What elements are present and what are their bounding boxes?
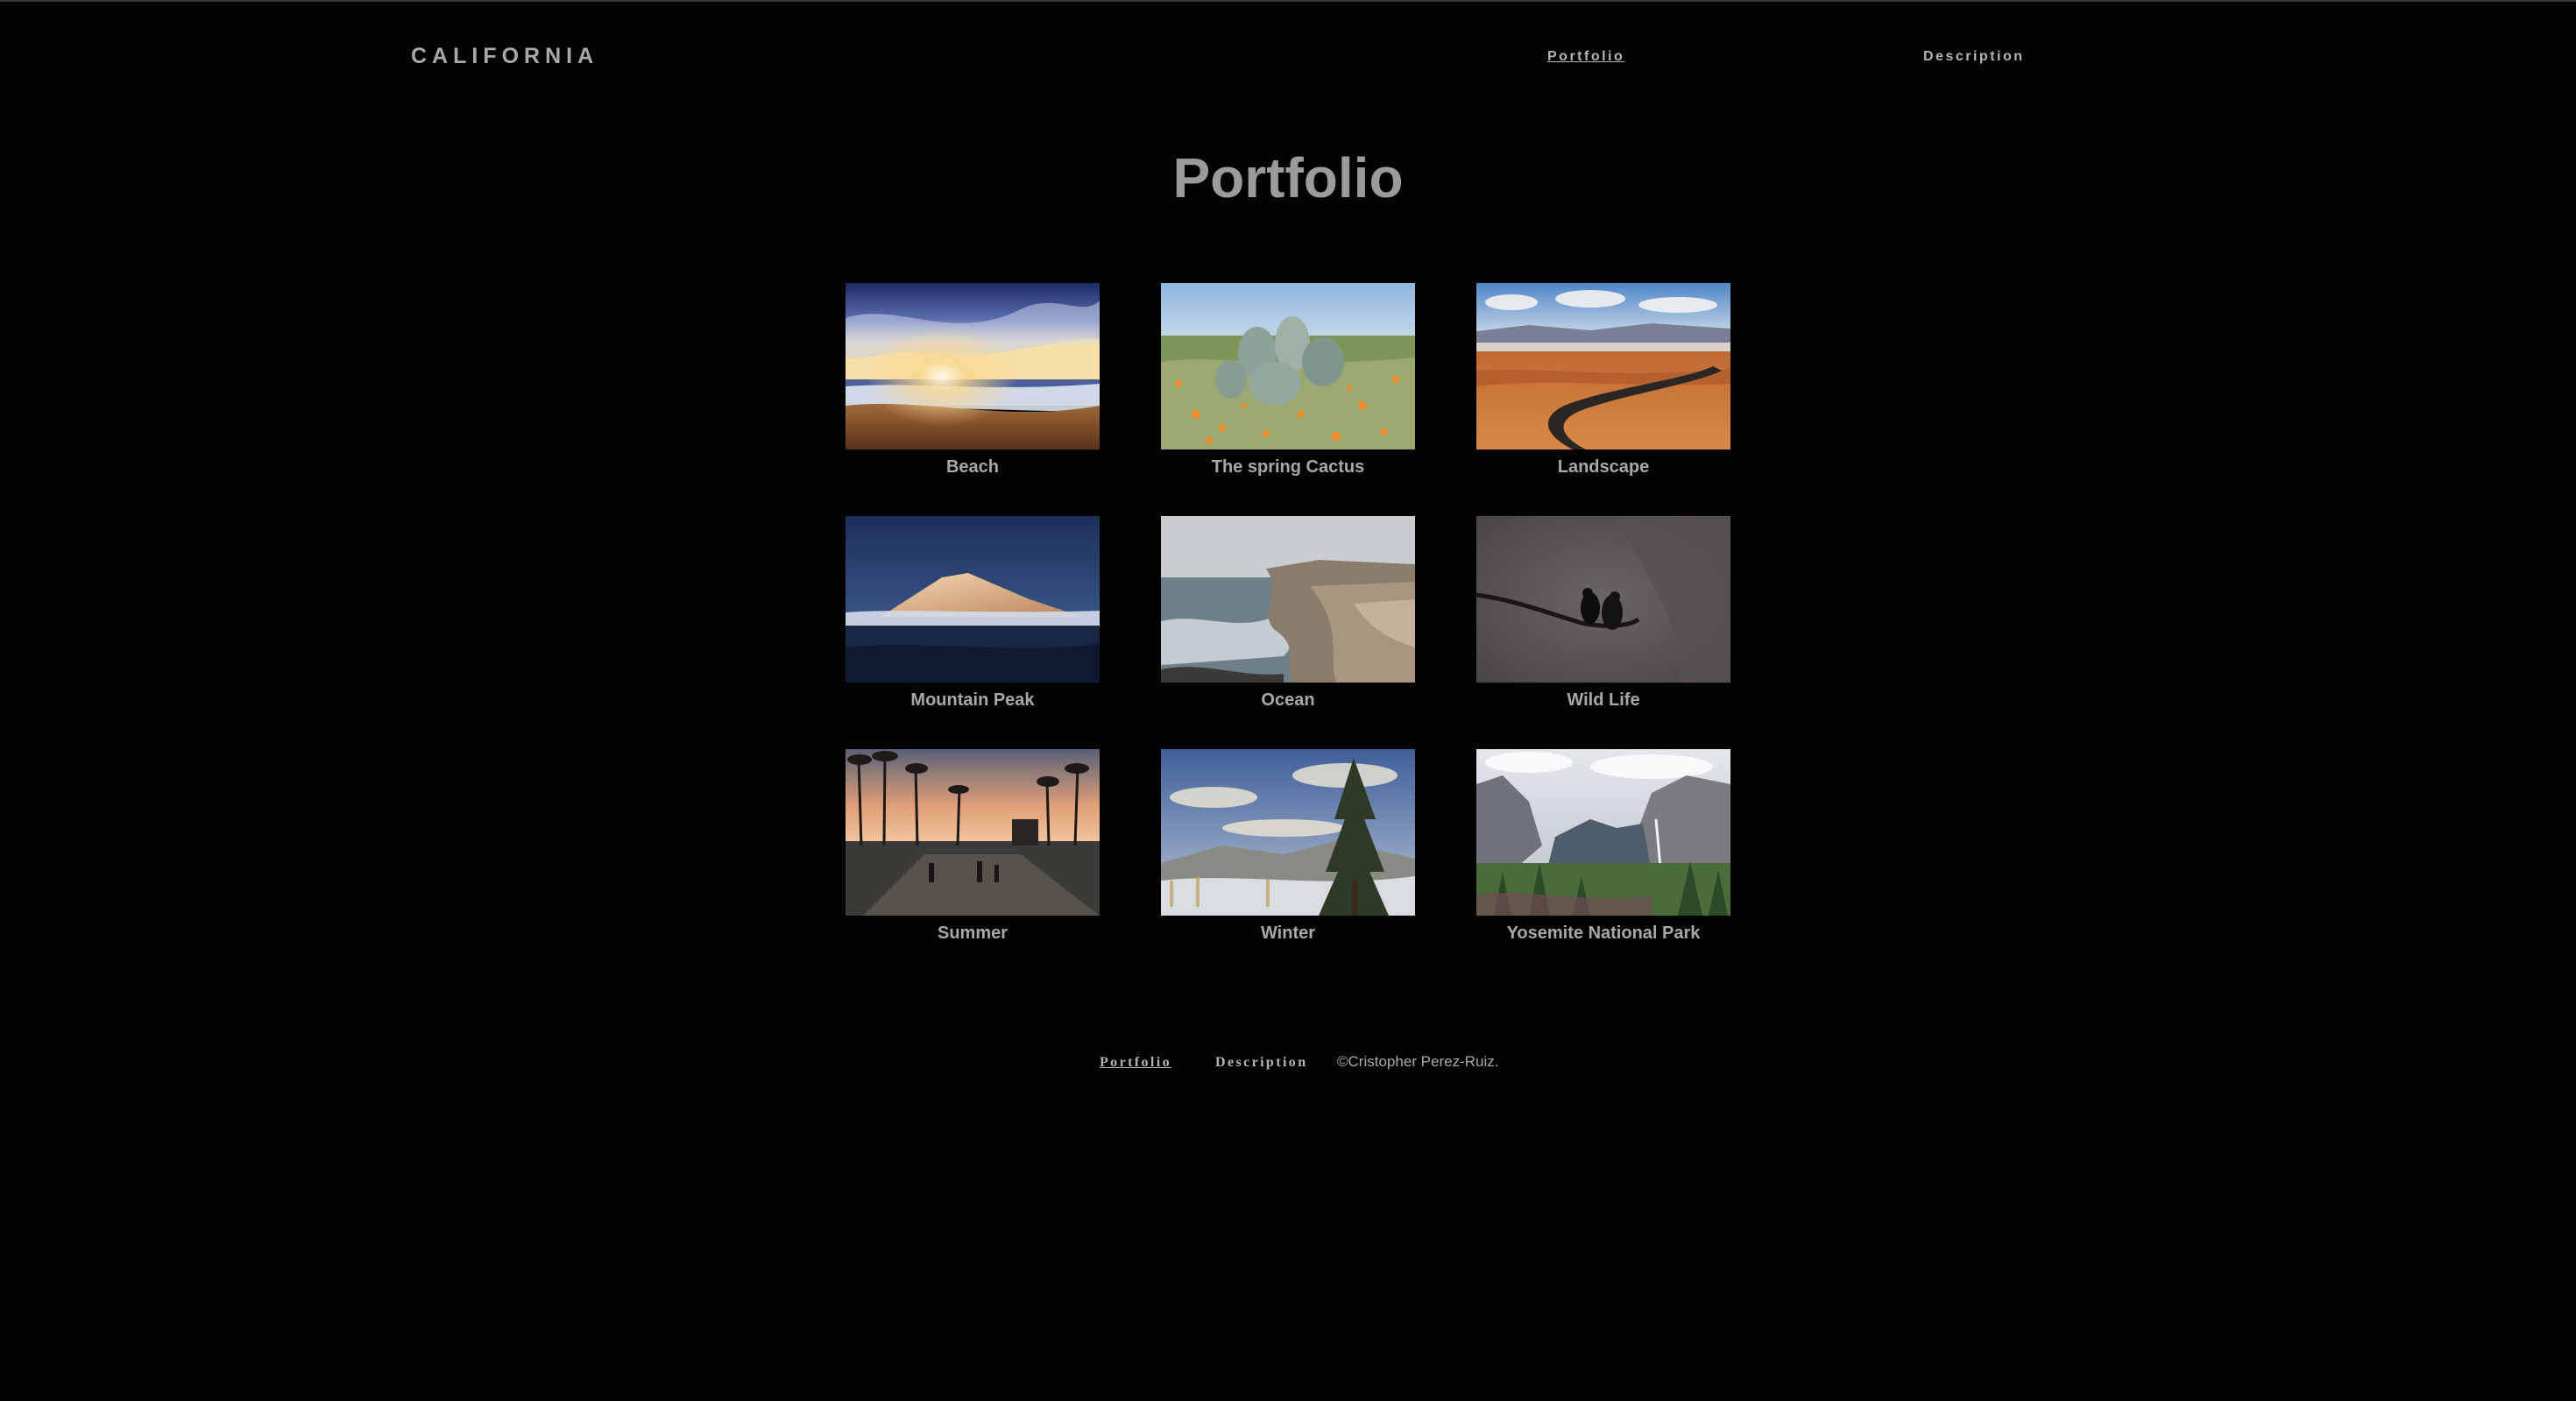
gallery-caption: Yosemite National Park [1506, 923, 1701, 943]
top-border [0, 0, 2576, 2]
gallery-caption: Winter [1260, 923, 1316, 943]
summer-photo[interactable] [846, 749, 1100, 916]
gallery-caption: Mountain Peak [910, 690, 1035, 710]
gallery-item-beach[interactable]: Beach [846, 283, 1100, 478]
gallery-caption: The spring Cactus [1211, 457, 1365, 477]
gallery-caption: Wild Life [1567, 690, 1640, 710]
yosemite-photo[interactable] [1476, 749, 1730, 916]
gallery-item-wild-life[interactable]: Wild Life [1476, 516, 1730, 711]
gallery-caption: Landscape [1557, 457, 1650, 477]
gallery-item-winter[interactable]: Winter [1161, 749, 1415, 944]
landscape-photo[interactable] [1476, 283, 1730, 449]
gallery-caption: Beach [945, 457, 1000, 477]
nav-link-description[interactable]: Description [1923, 48, 2025, 66]
photo-gallery: Beach The spring Cactus Landscape Mounta… [846, 283, 1730, 944]
winter-photo[interactable] [1161, 749, 1415, 916]
copyright-text: ©Cristopher Perez-Ruiz. [1337, 1053, 1499, 1070]
gallery-item-mountain-peak[interactable]: Mountain Peak [846, 516, 1100, 711]
gallery-item-spring-cactus[interactable]: The spring Cactus [1161, 283, 1415, 478]
nav-link-portfolio[interactable]: Portfolio [1547, 48, 1624, 66]
mountain-peak-photo[interactable] [846, 516, 1100, 683]
ocean-photo[interactable] [1161, 516, 1415, 683]
beach-photo[interactable] [846, 283, 1100, 449]
gallery-item-yosemite[interactable]: Yosemite National Park [1476, 749, 1730, 944]
footer-link-portfolio[interactable]: Portfolio [1100, 1054, 1171, 1072]
site-brand[interactable]: CALIFORNIA [411, 43, 598, 69]
gallery-caption: Summer [937, 923, 1008, 943]
gallery-item-summer[interactable]: Summer [846, 749, 1100, 944]
gallery-item-ocean[interactable]: Ocean [1161, 516, 1415, 711]
wild-life-photo[interactable] [1476, 516, 1730, 683]
footer: Portfolio Description ©Cristopher Perez-… [0, 1051, 2576, 1075]
footer-link-description[interactable]: Description [1215, 1054, 1308, 1072]
page-title: Portfolio [1172, 146, 1404, 209]
gallery-item-landscape[interactable]: Landscape [1476, 283, 1730, 478]
spring-cactus-photo[interactable] [1161, 283, 1415, 449]
gallery-caption: Ocean [1261, 690, 1315, 710]
